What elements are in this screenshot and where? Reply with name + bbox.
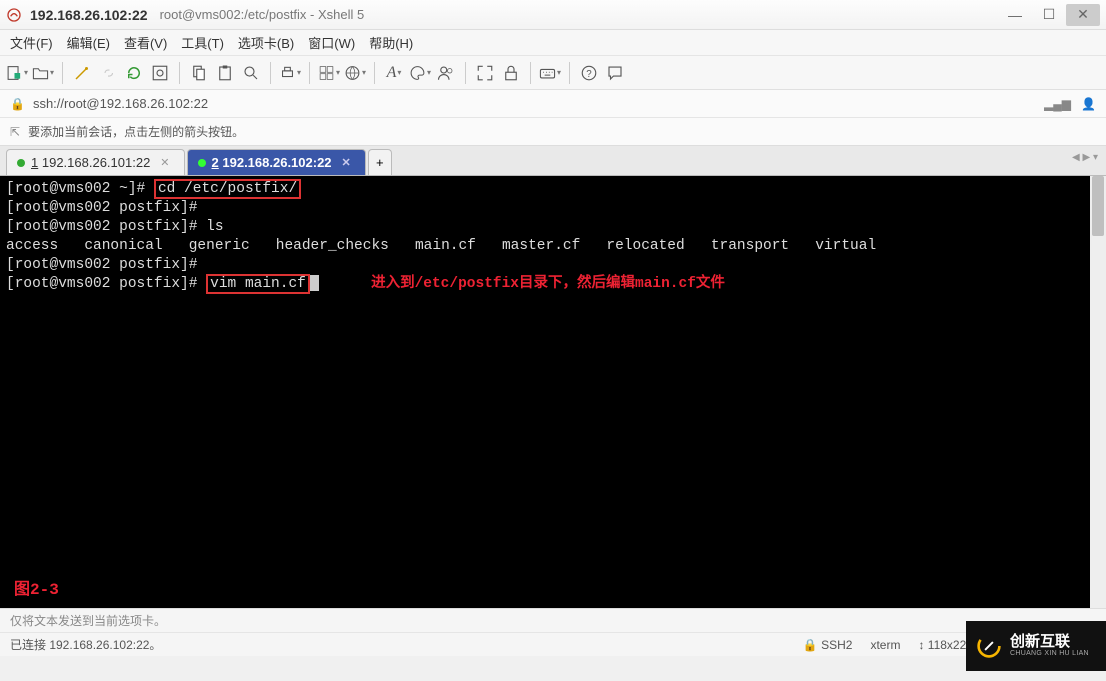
terminal-wrap: [root@vms002 ~]# cd /etc/postfix/ [root@… (0, 176, 1106, 608)
scrollbar-thumb[interactable] (1092, 176, 1104, 236)
wand-icon[interactable] (71, 62, 93, 84)
menu-edit[interactable]: 编辑(E) (67, 33, 110, 52)
users-icon[interactable] (435, 62, 457, 84)
properties-icon[interactable] (149, 62, 171, 84)
figure-label: 图2-3 (14, 581, 59, 600)
term-line: [root@vms002 postfix]# ls (6, 219, 224, 235)
status-size: ↕ 118x22 (918, 638, 966, 652)
tab-1-num: 1 (31, 155, 38, 170)
compose-hint-bar: 仅将文本发送到当前选项卡。 (0, 608, 1106, 632)
tab-2[interactable]: 2 192.168.26.102:22 ✕ (187, 149, 366, 175)
cursor (310, 275, 319, 291)
connection-status: 已连接 192.168.26.102:22。 (10, 636, 785, 653)
paste-icon[interactable] (214, 62, 236, 84)
open-icon[interactable]: ▾ (32, 62, 54, 84)
person-icon[interactable]: 👤 (1081, 97, 1096, 111)
terminal[interactable]: [root@vms002 ~]# cd /etc/postfix/ [root@… (0, 176, 1106, 608)
highlight-cmd-2: vim main.cf (206, 274, 310, 294)
hint-bar: ⇱ 要添加当前会话，点击左侧的箭头按钮。 (0, 118, 1106, 146)
toolbar-sep (270, 62, 271, 84)
title-address: 192.168.26.102:22 (30, 7, 148, 23)
copy-icon[interactable] (188, 62, 210, 84)
lock-icon[interactable] (500, 62, 522, 84)
globe-icon[interactable]: ▾ (344, 62, 366, 84)
reconnect-icon[interactable] (123, 62, 145, 84)
menubar: 文件(F) 编辑(E) 查看(V) 工具(T) 选项卡(B) 窗口(W) 帮助(… (0, 30, 1106, 56)
watermark-logo-icon (976, 633, 1002, 659)
watermark-cn: 创新互联 (1010, 634, 1089, 651)
tab-bar: 1 192.168.26.101:22 ✕ 2 192.168.26.102:2… (0, 146, 1106, 176)
tab-1-label: 192.168.26.101:22 (42, 155, 150, 170)
status-term: xterm (870, 638, 900, 652)
layout-icon[interactable]: ▾ (318, 62, 340, 84)
toolbar-sep (309, 62, 310, 84)
term-line: [root@vms002 postfix]# (6, 276, 206, 292)
toolbar-sep (465, 62, 466, 84)
close-tab-icon[interactable]: ✕ (342, 156, 351, 169)
search-icon[interactable] (240, 62, 262, 84)
help-icon[interactable]: ? (578, 62, 600, 84)
app-icon (6, 7, 22, 23)
tab-nav[interactable]: ◀ ▶ ▾ (1072, 152, 1098, 163)
watermark-en: CHUANG XIN HU LIAN (1010, 650, 1089, 658)
annotation-text: 进入到/etc/postfix目录下，然后编辑main.cf文件 (371, 276, 725, 292)
palette-icon[interactable]: ▾ (409, 62, 431, 84)
term-line: [root@vms002 postfix]# (6, 200, 197, 216)
add-tab-button[interactable]: + (368, 149, 392, 175)
status-bar: 已连接 192.168.26.102:22。 🔒 SSH2 xterm ↕ 11… (0, 632, 1106, 656)
minimize-button[interactable]: — (998, 4, 1032, 26)
titlebar: 192.168.26.102:22 root@vms002:/etc/postf… (0, 0, 1106, 30)
status-dot-icon (17, 159, 25, 167)
link-icon[interactable] (97, 62, 119, 84)
term-line: access canonical generic header_checks m… (6, 238, 876, 254)
toolbar-sep (569, 62, 570, 84)
menu-tabs[interactable]: 选项卡(B) (238, 33, 294, 52)
tab-2-num: 2 (212, 155, 219, 170)
toolbar-sep (530, 62, 531, 84)
print-icon[interactable]: ▾ (279, 62, 301, 84)
tab-2-label: 192.168.26.102:22 (222, 155, 331, 170)
compose-hint-text: 仅将文本发送到当前选项卡。 (10, 612, 166, 629)
term-line: [root@vms002 postfix]# (6, 257, 197, 273)
toolbar-sep (374, 62, 375, 84)
maximize-button[interactable]: ☐ (1032, 4, 1066, 26)
toolbar: ▾ ▾ ▾ ▾ ▾ A▾ ▾ ▾ ? (0, 56, 1106, 90)
new-session-icon[interactable]: ▾ (6, 62, 28, 84)
chat-icon[interactable] (604, 62, 626, 84)
highlight-cmd-1: cd /etc/postfix/ (154, 179, 301, 199)
menu-window[interactable]: 窗口(W) (308, 33, 355, 52)
toolbar-sep (62, 62, 63, 84)
lock-small-icon: 🔒 (10, 97, 25, 111)
address-input[interactable] (33, 96, 283, 111)
address-bar: 🔒 ▂▄▆ 👤 (0, 90, 1106, 118)
title-subtitle: root@vms002:/etc/postfix - Xshell 5 (160, 7, 365, 22)
menu-tools[interactable]: 工具(T) (181, 33, 224, 52)
fullscreen-icon[interactable] (474, 62, 496, 84)
close-button[interactable]: ✕ (1066, 4, 1100, 26)
hint-text: 要添加当前会话，点击左侧的箭头按钮。 (28, 123, 244, 140)
menu-help[interactable]: 帮助(H) (369, 33, 413, 52)
tab-1[interactable]: 1 192.168.26.101:22 ✕ (6, 149, 185, 175)
svg-text:?: ? (586, 68, 592, 79)
toolbar-sep (179, 62, 180, 84)
term-line: [root@vms002 ~]# (6, 181, 154, 197)
keyboard-icon[interactable]: ▾ (539, 62, 561, 84)
arrow-hint-icon[interactable]: ⇱ (10, 125, 20, 139)
menu-view[interactable]: 查看(V) (124, 33, 167, 52)
terminal-scrollbar[interactable] (1090, 176, 1106, 608)
font-icon[interactable]: A▾ (383, 62, 405, 84)
status-dot-icon (198, 159, 206, 167)
menu-file[interactable]: 文件(F) (10, 33, 53, 52)
window-buttons: — ☐ ✕ (998, 4, 1100, 26)
close-tab-icon[interactable]: ✕ (160, 156, 169, 169)
status-proto: 🔒 SSH2 (803, 638, 853, 652)
signal-icon[interactable]: ▂▄▆ (1044, 97, 1071, 111)
watermark: 创新互联 CHUANG XIN HU LIAN (966, 621, 1106, 671)
